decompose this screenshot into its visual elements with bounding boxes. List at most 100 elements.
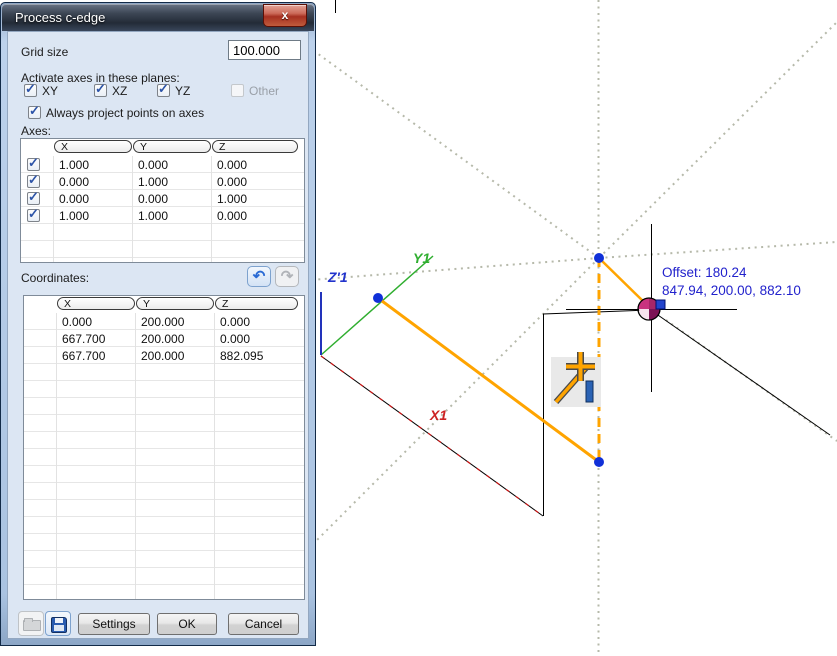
cell: 0.000 [217, 175, 247, 189]
construction-horiz-left [310, 258, 599, 280]
vertex-point [594, 253, 604, 263]
orange-edge-to-cursor [600, 259, 646, 304]
close-button[interactable]: x [263, 4, 307, 27]
axes-row-4-checkbox[interactable]: ✓ [27, 209, 40, 222]
x1-axis-label: X1 [430, 407, 447, 423]
plane-other-label: Other [249, 84, 279, 98]
vertex-point [594, 457, 604, 467]
check-icon: ✓ [28, 155, 39, 171]
badge-blue-bar [586, 381, 593, 402]
model-edges [321, 0, 830, 516]
cell: 0.000 [59, 175, 89, 189]
undo-icon: ↶ [248, 267, 270, 285]
check-icon: ✓ [29, 103, 40, 119]
axes-row-2-checkbox[interactable]: ✓ [27, 175, 40, 188]
offset-tooltip-line1: Offset: 180.24 [662, 265, 747, 280]
axes-row-3[interactable]: ✓ 0.000 0.000 1.000 [21, 190, 304, 207]
construction-diag-up-right [599, 22, 837, 258]
cell: 0.000 [59, 192, 89, 206]
checkbox-plane-xy[interactable]: ✓ [24, 84, 37, 97]
check-icon: ✓ [95, 81, 106, 97]
axes-header-y[interactable]: Y [133, 140, 211, 153]
redo-icon: ↷ [276, 267, 298, 285]
save-icon [51, 617, 67, 633]
x1-axis-label-text: X1 [430, 407, 447, 423]
edge-to-cursor [543, 310, 648, 314]
open-button[interactable] [18, 611, 44, 636]
cell: 0.000 [220, 315, 250, 329]
cell: 1.000 [217, 192, 247, 206]
cell: 200.000 [141, 332, 184, 346]
check-icon: ✓ [158, 81, 169, 97]
redo-button[interactable]: ↷ [275, 266, 299, 287]
offset-tooltip-line2: 847.94, 200.00, 882.10 [662, 283, 801, 298]
undo-button[interactable]: ↶ [247, 266, 271, 287]
axes-section-label: Axes: [21, 124, 51, 138]
cell: 1.000 [59, 158, 89, 172]
application-screen: Z'1 Y1 X1 Offset: 180.24 847.94, 200.00,… [0, 0, 837, 656]
coordinates-table-header: X Y Z [24, 296, 304, 312]
rubberband-diagonal [655, 313, 830, 435]
coordinates-table: X Y Z 0.000 200.000 0.000 667.700 200.00… [23, 295, 305, 600]
axes-table-body: ✓ 1.000 0.000 0.000 ✓ 0.000 1.000 0.000 … [21, 156, 304, 262]
cell: 667.700 [62, 349, 105, 363]
construction-x1-parallel-up-left [310, 48, 599, 258]
always-project-label: Always project points on axes [46, 106, 204, 120]
cell: 0.000 [62, 315, 92, 329]
check-icon: ✓ [28, 172, 39, 188]
coord-header-z[interactable]: Z [215, 297, 298, 310]
edge-diagonal-base [321, 356, 543, 516]
cell: 200.000 [141, 315, 184, 329]
settings-button[interactable]: Settings [78, 613, 150, 635]
cell: 1.000 [138, 209, 168, 223]
construction-horiz-right [599, 242, 837, 258]
cell: 1.000 [138, 175, 168, 189]
axes-header-z[interactable]: Z [212, 140, 298, 153]
vertex-point [373, 293, 383, 303]
cell: 200.000 [141, 349, 184, 363]
coordinates-table-body: 0.000 200.000 0.000 667.700 200.000 0.00… [24, 313, 304, 599]
z1-axis-label: Z'1 [328, 269, 348, 285]
axes-row-2[interactable]: ✓ 0.000 1.000 0.000 [21, 173, 304, 190]
folder-icon [23, 620, 41, 631]
axes-table-header: X Y Z [21, 139, 304, 155]
z1-axis-label-text: Z'1 [328, 269, 348, 285]
coord-header-x[interactable]: X [57, 297, 135, 310]
cell: 0.000 [217, 209, 247, 223]
checkbox-always-project[interactable]: ✓ [28, 106, 41, 119]
dialog-title: Process c-edge [15, 10, 105, 25]
save-button[interactable] [45, 611, 71, 636]
close-icon: x [264, 8, 306, 22]
axes-row-1[interactable]: ✓ 1.000 0.000 0.000 [21, 156, 304, 173]
coord-row-2[interactable]: 667.700 200.000 0.000 [24, 330, 304, 347]
coord-row-3[interactable]: 667.700 200.000 882.095 [24, 347, 304, 364]
axes-row-3-checkbox[interactable]: ✓ [27, 192, 40, 205]
cell: 0.000 [220, 332, 250, 346]
grid-size-input[interactable] [228, 40, 301, 60]
checkbox-plane-xz[interactable]: ✓ [94, 84, 107, 97]
check-icon: ✓ [28, 189, 39, 205]
dialog-titlebar[interactable]: Process c-edge x [2, 4, 314, 31]
axes-row-1-checkbox[interactable]: ✓ [27, 158, 40, 171]
check-icon: ✓ [28, 206, 39, 222]
plane-xz-label: XZ [112, 84, 127, 98]
ok-button[interactable]: OK [157, 613, 217, 635]
grid-size-label: Grid size [21, 45, 68, 59]
coord-header-y[interactable]: Y [136, 297, 214, 310]
cancel-button[interactable]: Cancel [228, 613, 299, 635]
snap-marker-square [656, 300, 665, 309]
line-tool-badge [551, 352, 601, 407]
construction-lines [310, 0, 837, 656]
y1-axis-label: Y1 [413, 250, 430, 266]
axes-row-4[interactable]: ✓ 1.000 1.000 0.000 [21, 207, 304, 224]
coord-row-1[interactable]: 0.000 200.000 0.000 [24, 313, 304, 330]
plane-xy-label: XY [42, 84, 58, 98]
checkbox-plane-other[interactable] [231, 84, 244, 97]
cell: 667.700 [62, 332, 105, 346]
cell: 0.000 [217, 158, 247, 172]
checkbox-plane-yz[interactable]: ✓ [157, 84, 170, 97]
y1-axis-label-text: Y1 [413, 250, 430, 266]
plane-yz-label: YZ [175, 84, 190, 98]
check-icon: ✓ [25, 81, 36, 97]
axes-header-x[interactable]: X [54, 140, 132, 153]
